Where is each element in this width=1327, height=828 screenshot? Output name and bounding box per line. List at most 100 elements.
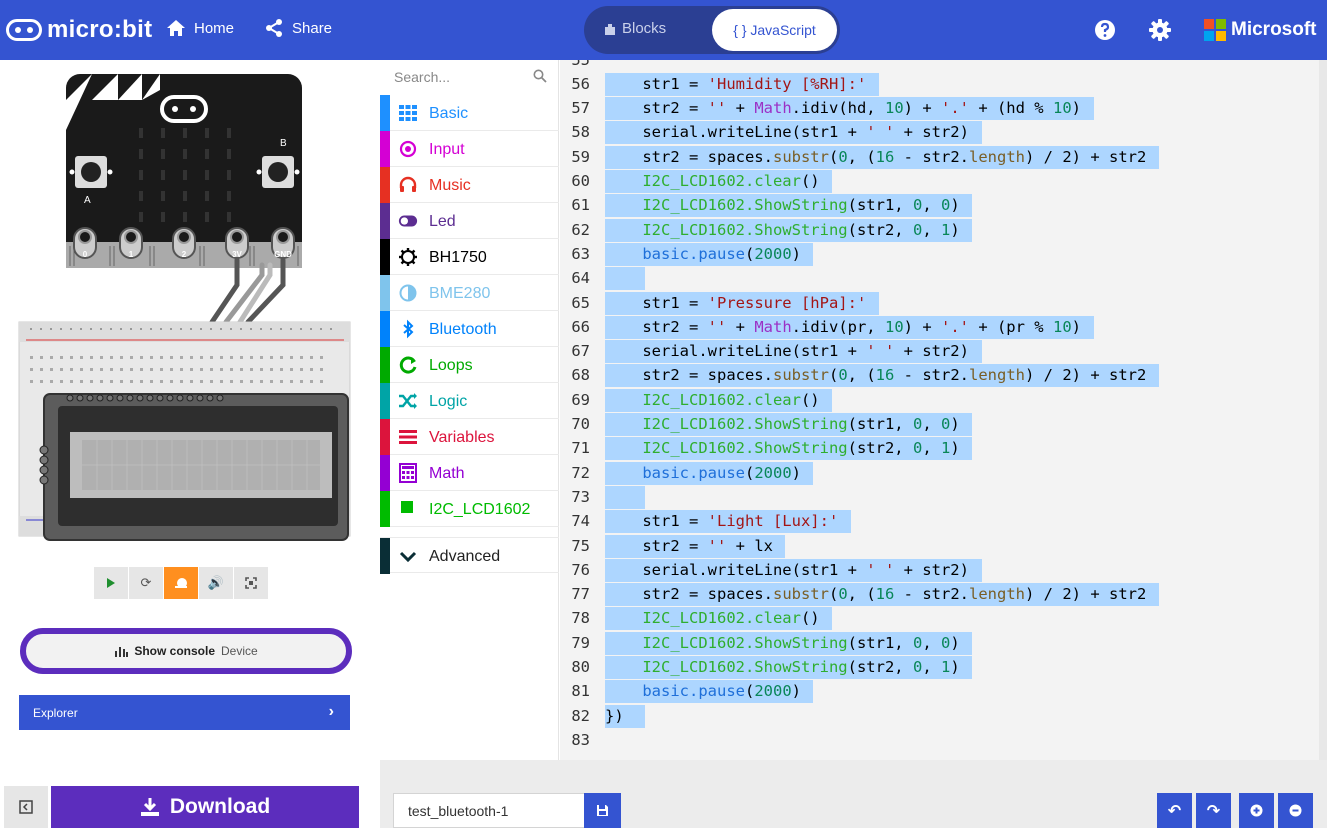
code-line[interactable]: 71 I2C_LCD1602.ShowString(str2, 0, 1) [560, 436, 1327, 461]
code-line[interactable]: 60 I2C_LCD1602.clear() [560, 169, 1327, 193]
mute-button[interactable]: 🔊 [199, 567, 233, 599]
code-line[interactable]: 69 I2C_LCD1602.clear() [560, 388, 1327, 412]
share-button[interactable]: Share [264, 18, 332, 38]
shuffle-icon [399, 393, 417, 409]
code-line[interactable]: 55 [560, 60, 1327, 72]
redo-button[interactable]: ↷ [1196, 793, 1231, 828]
button-a-label: A [84, 195, 91, 206]
code-text: str2 = spaces.substr(0, (16 - str2.lengt… [605, 366, 1147, 385]
bottom-bar: test_bluetooth-1 ↶ ↷ [380, 760, 1327, 828]
toolbox-category-advanced[interactable]: Advanced [380, 537, 559, 574]
code-line[interactable]: 70 I2C_LCD1602.ShowString(str1, 0, 0) [560, 412, 1327, 436]
undo-icon: ↶ [1167, 802, 1182, 820]
code-line[interactable]: 82}) [560, 704, 1327, 728]
code-editor[interactable]: 5556 str1 = 'Humidity [%RH]:'57 str2 = '… [560, 60, 1327, 760]
button-a[interactable] [69, 156, 113, 188]
home-button[interactable]: Home [166, 18, 234, 38]
toolbox-category-i2c-lcd1602[interactable]: I2C_LCD1602 [380, 491, 559, 527]
screenshot-button[interactable] [234, 567, 268, 599]
toolbox-category-bh1750[interactable]: BH1750 [380, 239, 559, 275]
toolbox-category-led[interactable]: Led [380, 203, 559, 239]
zoom-out-icon [1289, 804, 1302, 817]
download-button[interactable]: Download [51, 786, 359, 828]
category-label-advanced: Advanced [429, 548, 501, 565]
toolbox-category-bluetooth[interactable]: Bluetooth [380, 311, 559, 347]
code-line[interactable]: 67 serial.writeLine(str1 + ' ' + str2) [560, 339, 1327, 364]
code-line[interactable]: 58 serial.writeLine(str1 + ' ' + str2) [560, 120, 1327, 145]
code-line[interactable]: 75 str2 = '' + lx [560, 534, 1327, 558]
code-line[interactable]: 59 str2 = spaces.substr(0, (16 - str2.le… [560, 145, 1327, 169]
slow-mo-button[interactable] [164, 567, 198, 599]
category-label-i2c-lcd1602: I2C_LCD1602 [429, 501, 531, 518]
save-button[interactable] [584, 793, 621, 828]
code-line[interactable]: 79 I2C_LCD1602.ShowString(str1, 0, 0) [560, 631, 1327, 655]
speaker-icon: 🔊 [207, 575, 225, 590]
toolbox-category-music[interactable]: Music [380, 167, 559, 203]
help-icon[interactable] [1094, 19, 1116, 41]
share-icon [266, 19, 282, 37]
microbit-logo[interactable]: micro:bit [6, 14, 152, 46]
code-line[interactable]: 73 [560, 485, 1327, 509]
code-line[interactable]: 64 [560, 266, 1327, 291]
toolbox-category-bme280[interactable]: BME280 [380, 275, 559, 311]
search-icon [533, 69, 547, 83]
simulator-panel: A B 0 1 2 3V GND ⟳ 🔊 Show console Device… [0, 60, 380, 828]
project-name-input[interactable]: test_bluetooth-1 [393, 793, 585, 828]
code-line[interactable]: 65 str1 = 'Pressure [hPa]:' [560, 291, 1327, 315]
save-icon [597, 805, 608, 816]
button-b[interactable] [256, 156, 300, 188]
code-line[interactable]: 57 str2 = '' + Math.idiv(hd, 10) + '.' +… [560, 96, 1327, 121]
microsoft-logo[interactable]: Microsoft [1204, 19, 1317, 41]
square-icon [401, 501, 413, 513]
microsoft-logo-icon [1204, 19, 1226, 41]
collapse-simulator-button[interactable] [4, 786, 48, 828]
code-line[interactable]: 62 I2C_LCD1602.ShowString(str2, 0, 1) [560, 218, 1327, 242]
code-line[interactable]: 77 str2 = spaces.substr(0, (16 - str2.le… [560, 582, 1327, 607]
code-line[interactable]: 83 [560, 728, 1327, 752]
zoom-in-button[interactable] [1239, 793, 1274, 828]
category-label-logic: Logic [429, 393, 468, 410]
code-line[interactable]: 80 I2C_LCD1602.ShowString(str2, 0, 1) [560, 655, 1327, 679]
toolbox-category-variables[interactable]: Variables [380, 419, 559, 455]
code-line[interactable]: 56 str1 = 'Humidity [%RH]:' [560, 72, 1327, 96]
code-line[interactable]: 61 I2C_LCD1602.ShowString(str1, 0, 0) [560, 193, 1327, 218]
button-b-label: B [280, 138, 287, 149]
toolbox-category-logic[interactable]: Logic [380, 383, 559, 419]
code-line[interactable]: 68 str2 = spaces.substr(0, (16 - str2.le… [560, 363, 1327, 388]
line-number: 59 [571, 147, 590, 166]
toolbox-category-input[interactable]: Input [380, 131, 559, 167]
category-label-loops: Loops [429, 357, 473, 374]
toolbox-category-math[interactable]: Math [380, 455, 559, 491]
editor-scrollbar[interactable] [1319, 60, 1327, 760]
toolbox-category-loops[interactable]: Loops [380, 347, 559, 383]
restart-button[interactable]: ⟳ [129, 567, 163, 599]
code-line[interactable]: 63 basic.pause(2000) [560, 242, 1327, 266]
loop-icon [399, 356, 417, 374]
line-number: 69 [571, 390, 590, 409]
line-number: 82 [571, 706, 590, 725]
code-line[interactable]: 76 serial.writeLine(str1 + ' ' + str2) [560, 558, 1327, 582]
undo-button[interactable]: ↶ [1157, 793, 1192, 828]
code-line[interactable]: 74 str1 = 'Light [Lux]:' [560, 509, 1327, 534]
javascript-tab[interactable]: { } JavaScript [712, 9, 837, 51]
microbit-simulator[interactable]: A B 0 1 2 3V GND [0, 60, 380, 550]
toolbox-search[interactable]: Search... [380, 60, 559, 94]
gear-icon[interactable] [1149, 19, 1171, 41]
category-label-bh1750: BH1750 [429, 249, 487, 266]
toolbox-category-basic[interactable]: Basic [380, 95, 559, 131]
show-console-button[interactable]: Show console Device [20, 628, 352, 674]
simulator-controls: ⟳ 🔊 [94, 567, 268, 599]
code-line[interactable]: 81 basic.pause(2000) [560, 679, 1327, 704]
console-label: Show console [134, 644, 215, 658]
blocks-icon [605, 23, 615, 35]
zoom-out-button[interactable] [1278, 793, 1313, 828]
code-text: serial.writeLine(str1 + ' ' + str2) [605, 342, 969, 361]
code-text: I2C_LCD1602.clear() [642, 172, 820, 190]
code-line[interactable]: 66 str2 = '' + Math.idiv(pr, 10) + '.' +… [560, 315, 1327, 339]
blocks-tab[interactable]: Blocks [604, 20, 666, 37]
play-button[interactable] [94, 567, 128, 599]
code-line[interactable]: 78 I2C_LCD1602.clear() [560, 606, 1327, 631]
explorer-button[interactable]: Explorer › [19, 695, 350, 730]
code-line[interactable]: 72 basic.pause(2000) [560, 461, 1327, 485]
download-icon [140, 798, 159, 816]
